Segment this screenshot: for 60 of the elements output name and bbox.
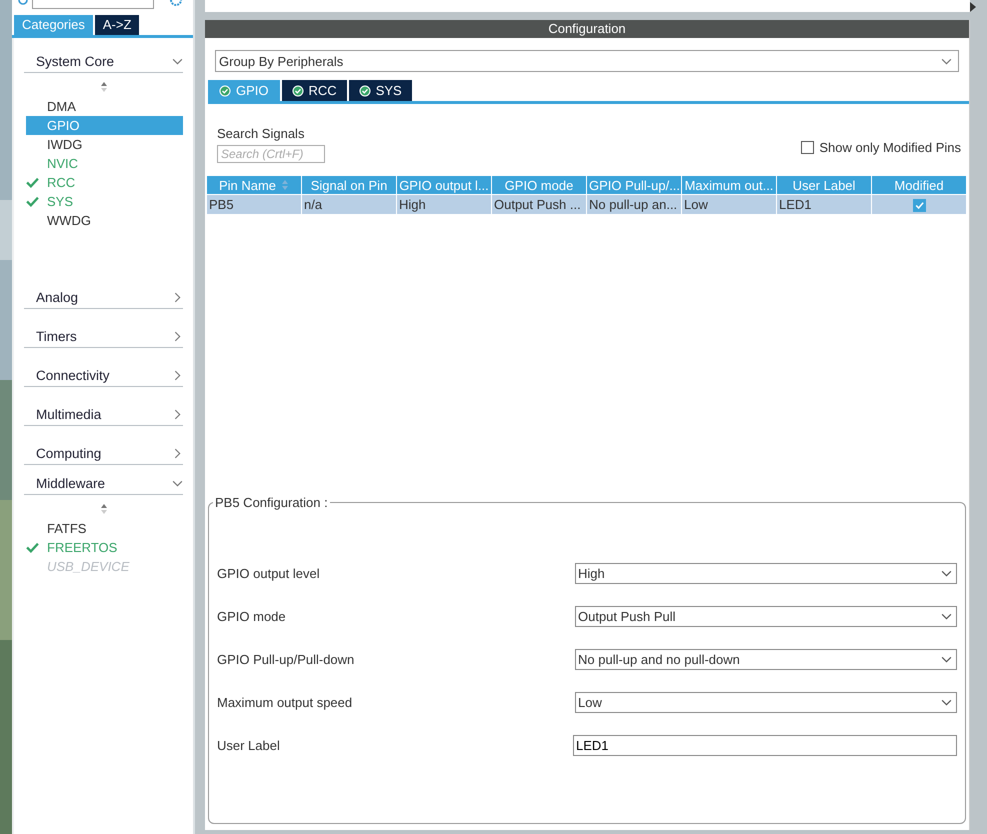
chevron-down-icon — [941, 697, 952, 708]
category-header[interactable]: Computing — [24, 438, 183, 465]
field-label: Maximum output speed — [217, 695, 352, 710]
dropdown-field[interactable]: No pull-up and no pull-down — [575, 649, 957, 670]
panel-title: Configuration — [205, 20, 969, 38]
chevron-down-icon — [172, 56, 183, 67]
peripheral-item[interactable]: IWDG — [46, 135, 183, 154]
search-field[interactable]: Search (Crtl+F) — [217, 145, 325, 163]
peripheral-tab[interactable]: SYS — [348, 80, 412, 101]
check-circle-icon — [358, 84, 371, 96]
check-circle-icon — [292, 84, 304, 96]
table-cell: n/a — [302, 195, 396, 214]
category-header[interactable]: Multimedia — [24, 399, 183, 426]
category-header[interactable]: Middleware — [24, 468, 183, 495]
chevron-down-icon — [941, 654, 952, 665]
table-cell: High — [397, 195, 491, 214]
field-label: GPIO Pull-up/Pull-down — [217, 652, 354, 667]
category-header[interactable]: System Core — [24, 46, 183, 73]
peripheral-tab[interactable]: RCC — [282, 80, 347, 101]
gear-icon[interactable] — [170, 0, 182, 6]
chevron-right-icon — [172, 292, 183, 303]
table-cell: LED1 — [777, 195, 871, 214]
peripheral-item[interactable]: WWDG — [46, 211, 183, 230]
dropdown-field[interactable]: Output Push Pull — [575, 606, 957, 627]
category-header[interactable]: Timers — [24, 321, 183, 348]
chevron-right-icon — [172, 370, 183, 381]
expand-arrow-icon[interactable] — [970, 2, 976, 12]
check-circle-icon — [219, 84, 231, 96]
field-label: GPIO output level — [217, 566, 320, 581]
group-title: PB5 Configuration : — [214, 495, 329, 510]
search-field[interactable] — [32, 0, 154, 9]
sort-icon[interactable] — [100, 81, 108, 93]
sort-icon — [281, 179, 290, 191]
group-by-dropdown[interactable]: Group By Peripherals — [215, 50, 959, 72]
field-label: User Label — [217, 738, 280, 753]
dropdown-field[interactable]: Low — [575, 692, 957, 713]
table-cell: No pull-up an... — [587, 195, 681, 214]
peripheral-item[interactable]: DMA — [46, 97, 183, 116]
field-label: GPIO mode — [217, 609, 286, 624]
chevron-right-icon — [172, 409, 183, 420]
chevron-right-icon — [172, 448, 183, 459]
category-tab[interactable]: A->Z — [94, 15, 140, 35]
modified-checkbox[interactable] — [912, 199, 926, 212]
table-cell: Low — [682, 195, 776, 214]
checkbox[interactable] — [801, 140, 814, 154]
search-icon[interactable] — [18, 0, 28, 6]
chevron-down-icon — [941, 568, 952, 579]
category-header[interactable]: Analog — [24, 282, 183, 309]
sort-icon[interactable] — [100, 503, 108, 515]
chevron-right-icon — [172, 331, 183, 342]
dropdown-field[interactable]: High — [575, 563, 957, 584]
table-cell: Output Push ... — [492, 195, 586, 214]
chevron-down-icon — [941, 611, 952, 622]
search-label: Search Signals — [217, 126, 306, 141]
category-header[interactable]: Connectivity — [24, 360, 183, 387]
peripheral-item[interactable]: FATFS — [46, 519, 183, 538]
input-field[interactable]: LED1 — [573, 735, 957, 756]
chevron-down-icon — [172, 478, 183, 489]
table-cell: PB5 — [207, 195, 301, 214]
checkbox-label: Show only Modified Pins — [819, 140, 961, 154]
